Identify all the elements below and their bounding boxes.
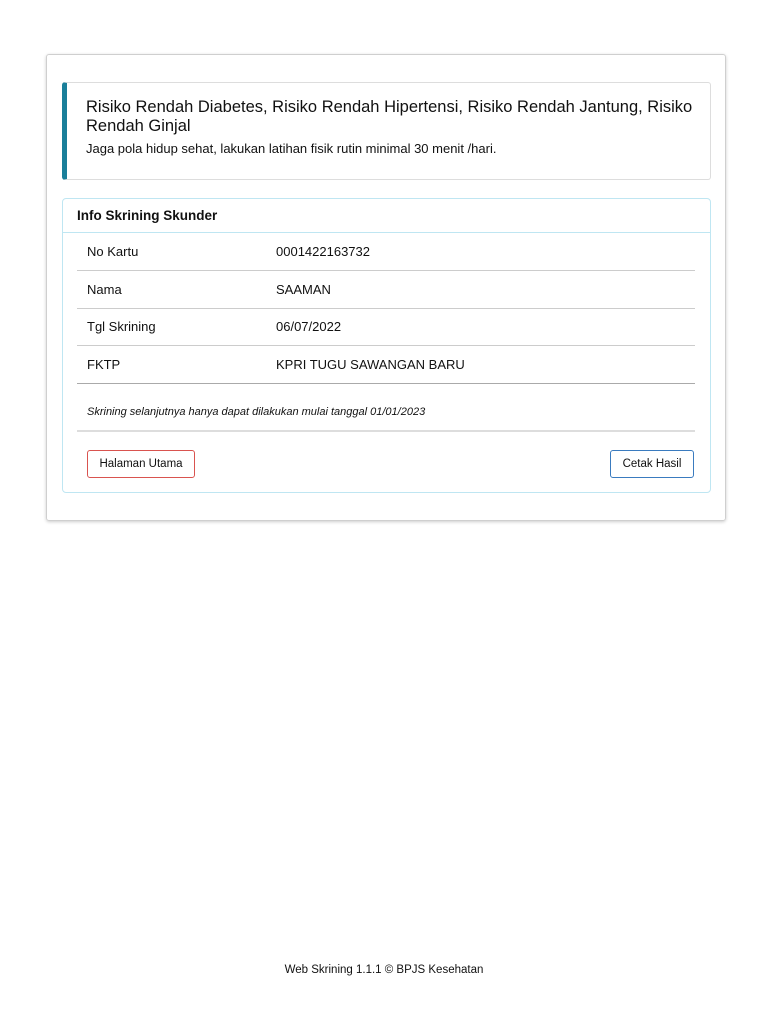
footer: Web Skrining 1.1.1 © BPJS Kesehatan	[284, 964, 484, 976]
row-value: 0001422163732	[276, 233, 695, 271]
home-button[interactable]: Halaman Utama	[87, 450, 195, 478]
info-panel: Info Skrining Skunder No Kartu 0001422163…	[62, 198, 711, 493]
next-screening-note: Skrining selanjutnya hanya dapat dilakuk…	[77, 397, 695, 432]
table-row: FKTP KPRI TUGU SAWANGAN BARU	[77, 345, 695, 384]
row-value: SAAMAN	[276, 270, 695, 309]
row-label: No Kartu	[77, 233, 276, 271]
print-result-button[interactable]: Cetak Hasil	[610, 450, 694, 478]
table-row: No Kartu 0001422163732	[77, 233, 695, 271]
risk-title: Risiko Rendah Diabetes, Risiko Rendah Hi…	[86, 98, 693, 135]
info-table: No Kartu 0001422163732 Nama SAAMAN Tgl Skr…	[77, 233, 695, 384]
row-label: FKTP	[77, 345, 276, 384]
table-row: Tgl Skrining 06/07/2022	[77, 308, 695, 346]
result-card: Risiko Rendah Diabetes, Risiko Rendah Hi…	[46, 54, 726, 521]
risk-message: Jaga pola hidup sehat, lakukan latihan f…	[86, 141, 497, 156]
risk-alert: Risiko Rendah Diabetes, Risiko Rendah Hi…	[62, 82, 711, 180]
panel-title: Info Skrining Skunder	[63, 199, 710, 233]
row-value: 06/07/2022	[276, 308, 695, 346]
table-row: Nama SAAMAN	[77, 270, 695, 309]
row-label: Nama	[77, 270, 276, 309]
row-value: KPRI TUGU SAWANGAN BARU	[276, 345, 695, 384]
row-label: Tgl Skrining	[77, 308, 276, 346]
